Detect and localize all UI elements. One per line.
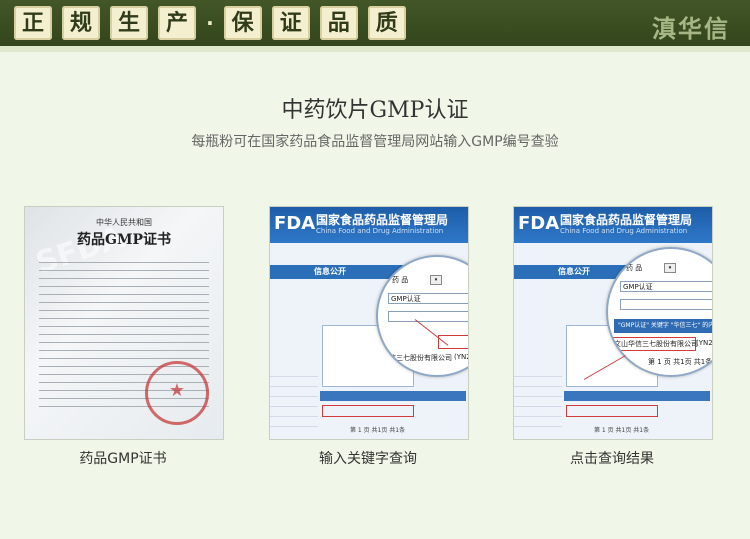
brand-logo: 滇华信	[652, 14, 730, 43]
zoom-result-company: 华信三七股份有限公司	[382, 354, 452, 362]
slogan-char: 规	[62, 6, 101, 40]
site-name: 国家食品药品监督管理局	[316, 213, 449, 227]
caption-input-query: 输入关键字查询	[319, 451, 417, 467]
zoom-select-label: 药 品	[626, 264, 643, 272]
screenshot-input-query: FDA 国家食品药品监督管理局 China Food and Drug Admi…	[269, 206, 469, 440]
nav-item: 信息公开	[314, 267, 346, 276]
zoom-keyword-input	[388, 311, 468, 322]
slogan-char: 品	[319, 6, 358, 40]
zoom-query-text: GMP认证	[391, 295, 421, 303]
site-sidebar	[270, 367, 318, 437]
zoom-select-icon: ▾	[430, 275, 442, 285]
site-name-en: China Food and Drug Administration	[560, 227, 688, 235]
cert-header: 中华人民共和国	[96, 218, 152, 227]
zoom-result-code: (YN20150013	[696, 339, 713, 347]
page-subtitle: 每瓶粉可在国家药品食品监督管理局网站输入GMP编号查验	[191, 134, 559, 150]
caption-click-result: 点击查询结果	[570, 451, 654, 467]
slogan: 正 规 生 产 · 保 证 品 质	[14, 6, 406, 40]
result-bar	[320, 391, 466, 401]
zoom-result-bar: "GMP认证" 关键字 "华信三七" 的内容如下	[614, 319, 712, 333]
zoom-keyword-input	[620, 299, 712, 310]
slogan-char: 质	[367, 6, 406, 40]
caption-certificate: 药品GMP证书	[79, 451, 167, 467]
slogan-char: 证	[271, 6, 310, 40]
page-info: 第 1 页 共1页 共1条	[350, 427, 406, 434]
slogan-char: 保	[223, 6, 262, 40]
page-info: 第 1 页 共1页 共1条	[594, 427, 650, 434]
site-sidebar	[514, 367, 562, 437]
zoom-select-label: 药 品	[392, 276, 409, 284]
site-logo: FDA	[274, 213, 316, 234]
zoom-page-info: 第 1 页 共1页 共1条	[648, 358, 713, 366]
result-bar	[564, 391, 710, 401]
nav-item: 信息公开	[558, 267, 590, 276]
result-row-highlight	[322, 405, 414, 417]
official-seal-icon	[145, 361, 209, 425]
result-row-highlight	[566, 405, 658, 417]
header-banner: 正 规 生 产 · 保 证 品 质 滇华信	[0, 0, 750, 52]
slogan-char: 正	[14, 6, 53, 40]
zoom-select-icon: ▾	[664, 263, 676, 273]
slogan-char: 产	[158, 6, 197, 40]
site-logo: FDA	[518, 213, 560, 234]
zoom-query-text: GMP认证	[623, 283, 653, 291]
zoom-result-code: (YN2015001	[454, 353, 468, 361]
slogan-char: 生	[110, 6, 149, 40]
certificate-image: SFDA 中华人民共和国 药品GMP证书	[24, 206, 224, 440]
site-name-en: China Food and Drug Administration	[316, 227, 444, 235]
slogan-separator: ·	[206, 11, 214, 35]
cert-title: 药品GMP证书	[77, 232, 171, 248]
zoom-result-company: 文山华信三七股份有限公司	[614, 340, 698, 348]
screenshot-click-result: FDA 国家食品药品监督管理局 China Food and Drug Admi…	[513, 206, 713, 440]
page-title: 中药饮片GMP认证	[281, 98, 469, 123]
site-name: 国家食品药品监督管理局	[560, 213, 693, 227]
